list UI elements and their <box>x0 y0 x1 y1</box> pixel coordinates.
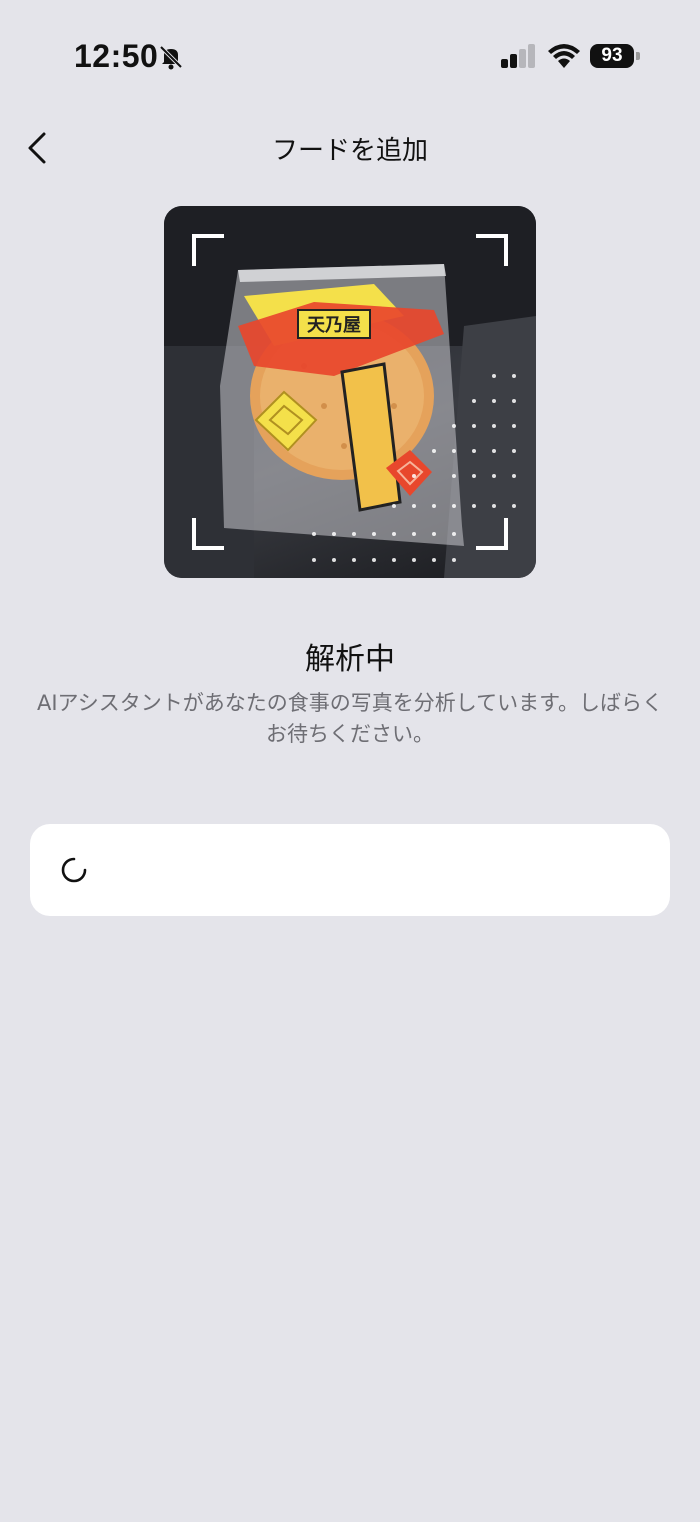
analysis-description: AIアシスタントがあなたの食事の写真を分析しています。しばらくお待ちください。 <box>37 691 663 746</box>
food-photo-illustration: 天乃屋 <box>164 206 536 578</box>
battery-icon: 93 <box>590 44 640 70</box>
cellular-signal-icon <box>501 44 535 68</box>
analysis-title: 解析中 <box>305 642 395 677</box>
page-title: フードを追加 <box>271 136 428 166</box>
svg-text:天乃屋: 天乃屋 <box>307 315 361 336</box>
loading-spinner-icon <box>61 857 87 883</box>
wifi-icon <box>548 44 580 68</box>
loading-card <box>30 824 670 916</box>
battery-cap <box>636 52 640 60</box>
bell-slash-icon <box>159 45 183 70</box>
status-time: 12:50 <box>74 38 159 74</box>
status-bar: 12:50 93 <box>0 0 700 110</box>
food-photo: 天乃屋 <box>164 206 536 578</box>
battery-level: 93 <box>590 44 634 68</box>
